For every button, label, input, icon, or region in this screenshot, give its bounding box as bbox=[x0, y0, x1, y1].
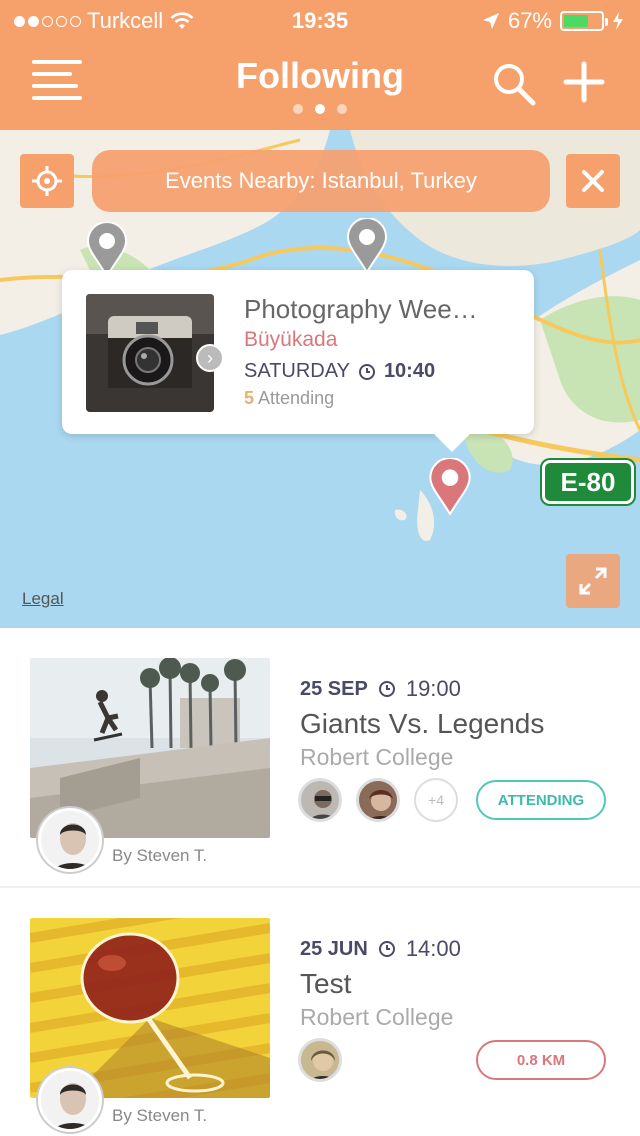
page-title: Following bbox=[236, 55, 404, 96]
attendee-list[interactable]: +4 bbox=[298, 778, 458, 822]
expand-map-button[interactable] bbox=[566, 554, 620, 608]
organizer-avatar[interactable] bbox=[38, 1068, 102, 1132]
avatar-photo bbox=[41, 1071, 99, 1129]
event-feed: By Steven T. 25 SEP 19:00 Giants Vs. Leg… bbox=[0, 628, 640, 1136]
event-date: 25 SEP bbox=[300, 677, 368, 700]
page-dot[interactable] bbox=[293, 104, 303, 114]
event-time: 14:00 bbox=[405, 936, 461, 961]
event-card[interactable]: By Steven T. 25 SEP 19:00 Giants Vs. Leg… bbox=[0, 628, 640, 888]
legal-link[interactable]: Legal bbox=[22, 589, 64, 609]
map-pin[interactable] bbox=[346, 218, 388, 274]
battery-percent: 67% bbox=[507, 8, 552, 33]
avatar-photo bbox=[41, 811, 99, 869]
callout-place: Büyükada bbox=[244, 328, 338, 351]
organizer-name: By Steven T. bbox=[112, 846, 208, 865]
attendee-avatar[interactable] bbox=[356, 778, 400, 822]
attendee-avatar[interactable] bbox=[298, 1038, 342, 1082]
event-callout[interactable]: › Photography Wee… Büyükada SATURDAY 10:… bbox=[62, 270, 534, 452]
locate-button[interactable] bbox=[20, 154, 74, 208]
callout-attending: 5 Attending bbox=[244, 388, 334, 409]
add-icon[interactable] bbox=[560, 58, 608, 106]
close-icon bbox=[582, 170, 604, 192]
status-bar: Turkcell 19:35 67% bbox=[0, 0, 640, 40]
status-right: 67% bbox=[482, 8, 624, 34]
callout-title: Photography Wee… bbox=[244, 294, 478, 324]
chevron-right-icon[interactable]: › bbox=[196, 344, 224, 372]
attendee-photo bbox=[359, 781, 397, 819]
event-title: Giants Vs. Legends bbox=[300, 708, 545, 739]
event-place: Robert College bbox=[300, 1004, 454, 1030]
event-title: Test bbox=[300, 968, 352, 999]
event-datetime: 25 SEP 19:00 bbox=[300, 676, 461, 702]
page-dot[interactable] bbox=[337, 104, 347, 114]
distance-badge[interactable]: 0.8 KM bbox=[476, 1040, 606, 1080]
clock-icon bbox=[378, 941, 395, 957]
expand-icon bbox=[579, 567, 607, 595]
road-shield: E-80 bbox=[542, 460, 634, 504]
crosshair-icon bbox=[32, 166, 62, 196]
page-indicator[interactable] bbox=[0, 104, 640, 114]
page-dot-active[interactable] bbox=[315, 104, 325, 114]
events-map[interactable]: E-80 Events Nearby: Istanbul, Turkey › P… bbox=[0, 130, 640, 628]
search-icon[interactable] bbox=[490, 60, 538, 108]
event-place: Robert College bbox=[300, 744, 454, 770]
organizer-name: By Steven T. bbox=[112, 1106, 208, 1125]
attendee-avatar[interactable] bbox=[298, 778, 342, 822]
selected-map-pin[interactable] bbox=[428, 458, 472, 516]
event-card[interactable]: By Steven T. 25 JUN 14:00 Test Robert Co… bbox=[0, 888, 640, 1136]
event-time: 19:00 bbox=[405, 676, 461, 701]
event-date: 25 JUN bbox=[300, 937, 368, 960]
navigation-bar: Turkcell 19:35 67% Following bbox=[0, 0, 640, 130]
organizer-avatar[interactable] bbox=[38, 808, 102, 872]
event-datetime: 25 JUN 14:00 bbox=[300, 936, 461, 962]
attendee-list[interactable] bbox=[298, 1038, 342, 1082]
location-arrow-icon bbox=[482, 13, 499, 29]
callout-datetime: SATURDAY 10:40 bbox=[244, 360, 435, 383]
attendee-photo bbox=[301, 1041, 339, 1079]
more-attendees[interactable]: +4 bbox=[414, 778, 458, 822]
callout-time: 10:40 bbox=[383, 360, 436, 382]
clock-icon bbox=[358, 363, 375, 380]
callout-day: SATURDAY bbox=[244, 360, 350, 382]
clock-icon bbox=[378, 681, 395, 697]
attending-label: Attending bbox=[258, 388, 335, 408]
battery-icon bbox=[560, 11, 608, 31]
charging-icon bbox=[613, 12, 623, 30]
attending-button[interactable]: ATTENDING bbox=[476, 780, 606, 820]
attending-count: 5 bbox=[244, 388, 255, 408]
events-nearby-banner[interactable]: Events Nearby: Istanbul, Turkey bbox=[92, 150, 550, 212]
camera-photo bbox=[86, 294, 214, 412]
attendee-photo bbox=[301, 781, 339, 819]
event-thumbnail bbox=[86, 294, 214, 412]
close-button[interactable] bbox=[566, 154, 620, 208]
